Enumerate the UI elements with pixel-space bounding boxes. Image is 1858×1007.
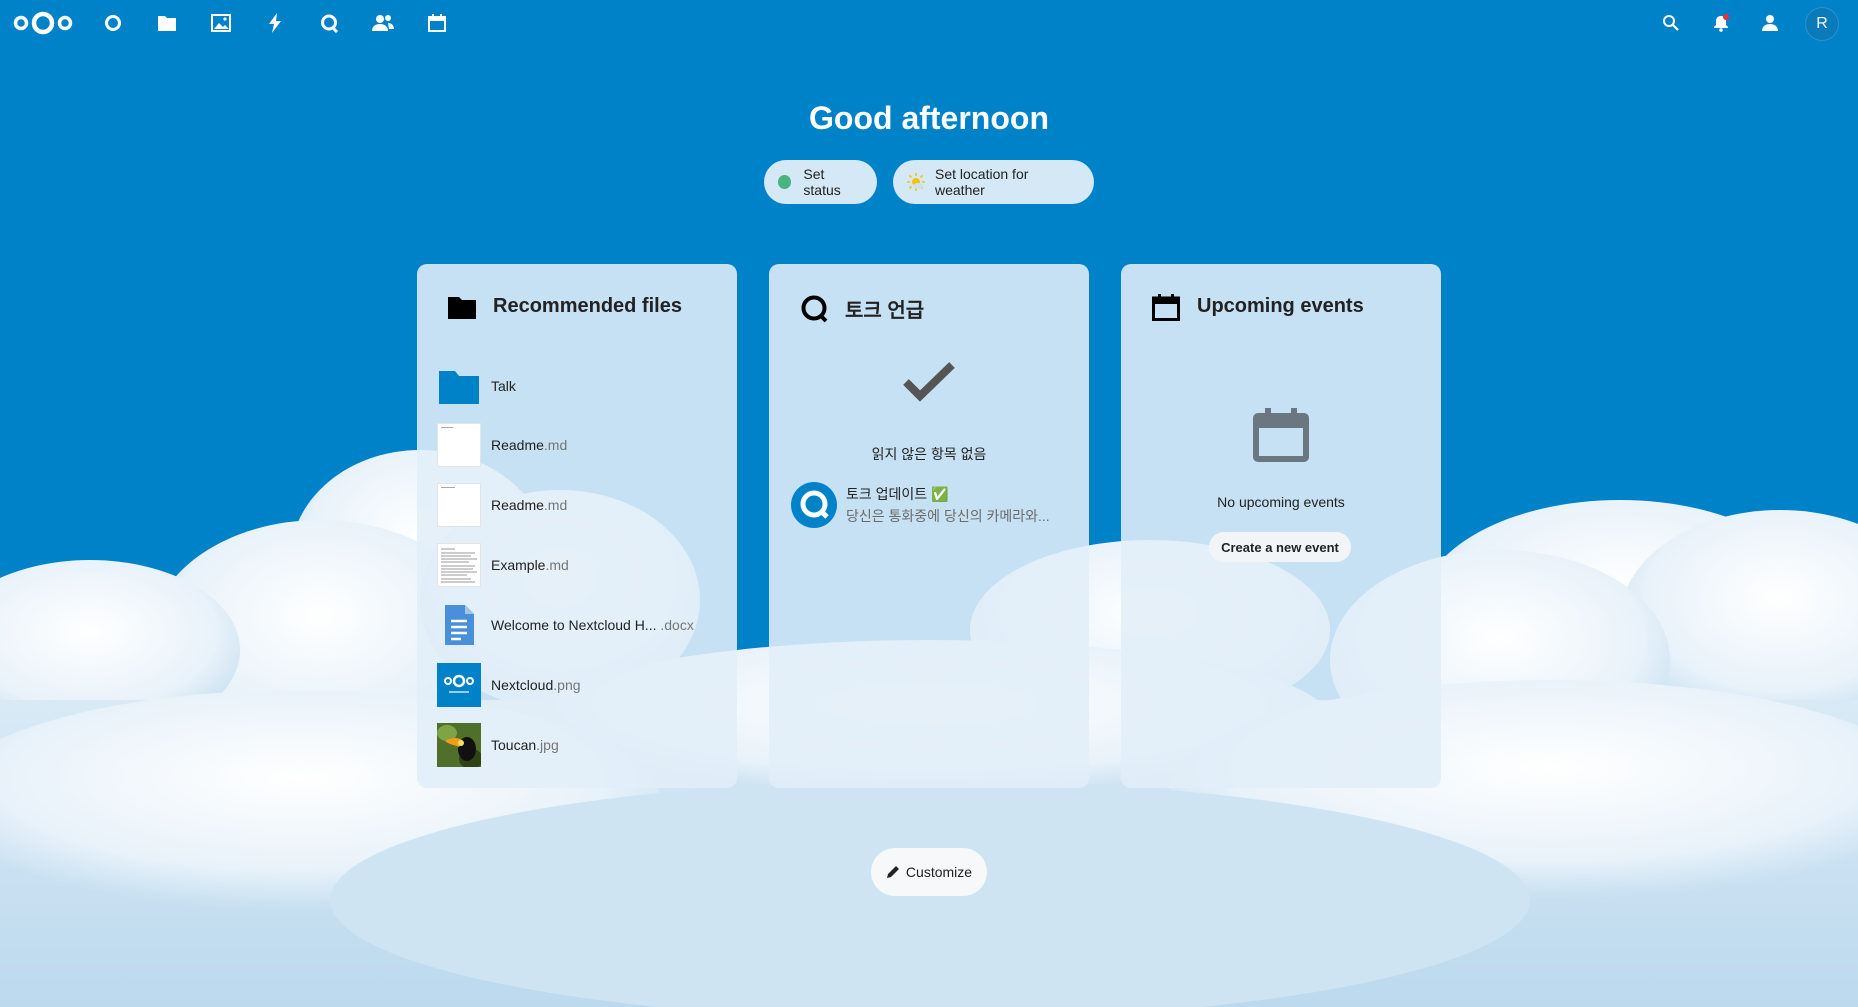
user-avatar[interactable]: R bbox=[1806, 8, 1838, 40]
calendar-icon[interactable] bbox=[425, 11, 449, 35]
upcoming-events-widget: Upcoming events No upcoming events Creat… bbox=[1121, 264, 1441, 788]
file-item[interactable]: Readme.md bbox=[437, 422, 727, 468]
nextcloud-image-thumbnail bbox=[437, 663, 481, 707]
widget-title: 토크 언급 bbox=[845, 300, 925, 322]
file-name: Example.md bbox=[491, 557, 569, 573]
talk-update-item[interactable]: 토크 업데이트 ✅ 당신은 통화중에 당신의 카메라와... bbox=[791, 482, 1081, 528]
customize-button[interactable]: Customize bbox=[871, 848, 987, 896]
file-item[interactable]: Readme.md bbox=[437, 482, 727, 528]
pencil-icon bbox=[886, 865, 900, 879]
talk-icon bbox=[799, 294, 829, 324]
nextcloud-logo[interactable] bbox=[12, 8, 74, 38]
dashboard-icon[interactable] bbox=[101, 11, 125, 35]
photos-icon[interactable] bbox=[209, 11, 233, 35]
talk-bot-avatar bbox=[791, 482, 837, 528]
set-location-label: Set location for weather bbox=[935, 166, 1029, 198]
recommended-files-widget: Recommended files Talk Readme.md Readme.… bbox=[417, 264, 737, 788]
file-item[interactable]: Example.md bbox=[437, 542, 727, 588]
create-event-button[interactable]: Create a new event bbox=[1209, 532, 1351, 562]
search-icon[interactable] bbox=[1659, 11, 1683, 35]
file-name: Readme.md bbox=[491, 497, 568, 513]
weather-sun-icon bbox=[907, 173, 925, 191]
file-item[interactable]: Toucan.jpg bbox=[437, 722, 727, 768]
empty-content-text: 읽지 않은 항목 없음 bbox=[871, 446, 987, 462]
file-name: Welcome to Nextcloud H... .docx bbox=[491, 617, 694, 633]
folder-thumbnail bbox=[437, 364, 481, 408]
file-item[interactable]: Talk bbox=[437, 363, 727, 409]
online-status-icon bbox=[778, 175, 792, 189]
checkmark-icon bbox=[903, 362, 955, 402]
set-weather-location-button[interactable]: Set location for weather bbox=[893, 160, 1094, 204]
file-name: Readme.md bbox=[491, 437, 568, 453]
file-item[interactable]: Welcome to Nextcloud H... .docx bbox=[437, 602, 727, 648]
calendar-icon bbox=[1152, 293, 1180, 321]
greeting-heading: Good afternoon bbox=[809, 100, 1049, 136]
empty-content-text: No upcoming events bbox=[1217, 494, 1345, 510]
document-thumbnail bbox=[437, 423, 481, 467]
file-name: Talk bbox=[491, 378, 516, 394]
activity-icon[interactable] bbox=[263, 11, 287, 35]
file-name: Toucan.jpg bbox=[491, 737, 559, 753]
customize-label: Customize bbox=[905, 864, 973, 880]
empty-calendar-icon bbox=[1253, 406, 1309, 462]
talk-icon[interactable] bbox=[317, 11, 341, 35]
notifications-icon[interactable] bbox=[1709, 11, 1733, 35]
top-bar: R bbox=[0, 0, 1858, 46]
toucan-photo-thumbnail bbox=[437, 723, 481, 767]
talk-item-title: 토크 업데이트 ✅ bbox=[846, 486, 949, 502]
docx-file-icon bbox=[437, 603, 481, 647]
talk-mentions-widget: 토크 언급 읽지 않은 항목 없음 토크 업데이트 ✅ 당신은 통화중에 당신의… bbox=[769, 264, 1089, 788]
talk-item-subtitle: 당신은 통화중에 당신의 카메라와... bbox=[846, 508, 1050, 524]
document-text-thumbnail bbox=[437, 543, 481, 587]
contacts-menu-icon[interactable] bbox=[1759, 11, 1783, 35]
set-status-label: Set status bbox=[803, 166, 841, 198]
set-status-button[interactable]: Set status bbox=[764, 160, 877, 204]
file-item[interactable]: Nextcloud.png bbox=[437, 662, 727, 708]
widget-title: Upcoming events bbox=[1197, 295, 1364, 317]
contacts-icon[interactable] bbox=[371, 11, 395, 35]
document-thumbnail bbox=[437, 483, 481, 527]
file-name: Nextcloud.png bbox=[491, 677, 581, 693]
files-icon[interactable] bbox=[155, 11, 179, 35]
file-item[interactable] bbox=[437, 264, 727, 310]
